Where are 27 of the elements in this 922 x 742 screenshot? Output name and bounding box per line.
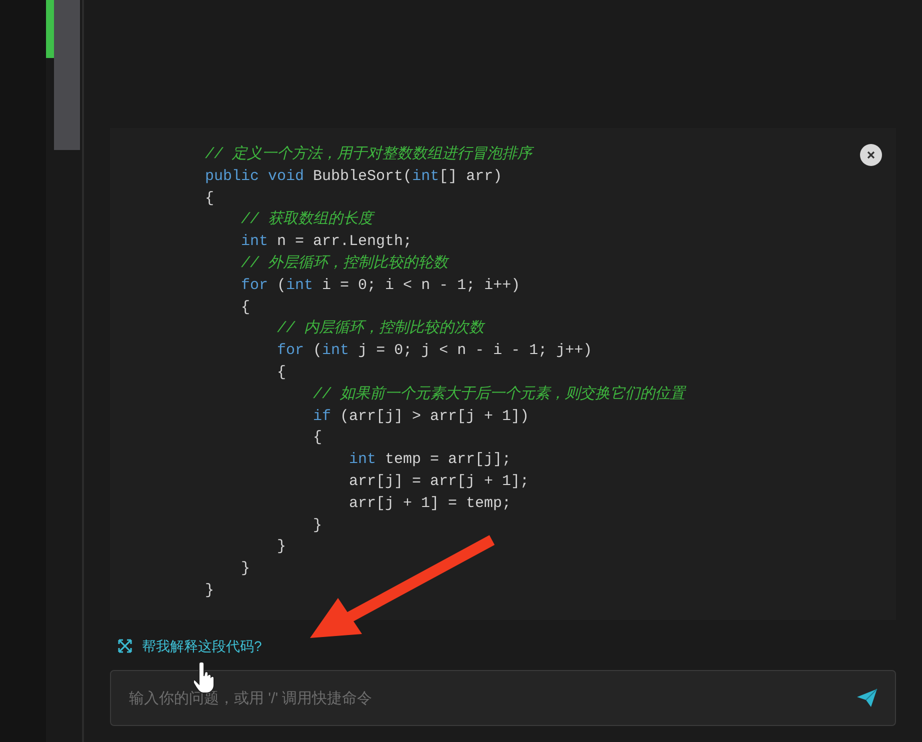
code-line: if (arr[j] > arr[j + 1]) bbox=[312, 406, 530, 427]
code-line: int temp = arr[j]; bbox=[348, 450, 512, 470]
code-line: { bbox=[312, 428, 322, 448]
code-line: int n = arr.Length; bbox=[240, 232, 412, 252]
scrollbar-thumb[interactable] bbox=[54, 0, 80, 150]
code-line: { bbox=[276, 362, 286, 383]
code-line: { bbox=[240, 298, 250, 318]
code-line: } bbox=[240, 559, 250, 580]
close-button[interactable] bbox=[860, 144, 882, 166]
suggestion-link[interactable]: 帮我解释这段代码? bbox=[142, 636, 262, 656]
code-line: } bbox=[312, 516, 322, 536]
code-line: arr[j] = arr[j + 1]; bbox=[348, 472, 530, 492]
code-line: // 如果前一个元素大于后一个元素，则交换它们的位置 bbox=[312, 384, 686, 405]
code-line: // 定义一个方法，用于对整数数组进行冒泡排序 bbox=[205, 144, 532, 165]
code-line: } bbox=[205, 580, 214, 601]
code-line: // 外层循环，控制比较的轮数 bbox=[240, 254, 448, 274]
code-line: // 获取数组的长度 bbox=[240, 210, 374, 230]
close-icon bbox=[866, 150, 876, 160]
code-line: for (int i = 0; i < n - 1; i++) bbox=[240, 276, 520, 296]
code-line: for (int j = 0; j < n - i - 1; j++) bbox=[276, 341, 592, 362]
code-line: // 内层循环，控制比较的次数 bbox=[276, 318, 484, 340]
code-line: } bbox=[276, 537, 286, 558]
code-line: public void BubbleSort(int[] arr) bbox=[205, 166, 502, 187]
send-icon[interactable] bbox=[856, 688, 878, 708]
active-indicator bbox=[46, 0, 54, 58]
code-line: { bbox=[205, 188, 214, 209]
code-line: arr[j + 1] = temp; bbox=[348, 494, 512, 514]
